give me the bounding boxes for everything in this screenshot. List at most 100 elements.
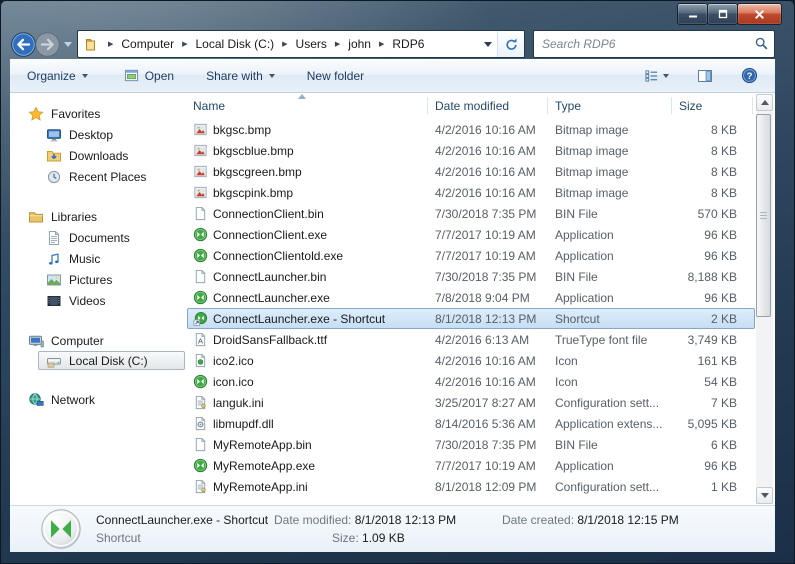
vertical-scrollbar[interactable] [756,94,773,504]
file-date: 7/30/2018 7:35 PM [428,438,548,452]
scroll-up-button[interactable] [756,94,773,111]
breadcrumb-item-john[interactable]: john [345,33,374,55]
column-header-label: Type [555,99,581,113]
sidebar-item-computer[interactable]: Computer [10,330,186,351]
file-name-cell: ConnectLauncher.bin [188,269,428,285]
file-type: Application [548,228,672,242]
breadcrumb-item-rdp6[interactable]: RDP6 [389,33,427,55]
file-row-libmupdf-dll[interactable]: libmupdf.dll8/14/2016 5:36 AMApplication… [187,413,755,434]
sidebar-group-network: Network [10,389,186,410]
file-row-bkgsc-bmp[interactable]: bkgsc.bmp4/2/2016 10:16 AMBitmap image8 … [187,119,755,140]
file-row-bkgscpink-bmp[interactable]: bkgscpink.bmp4/2/2016 10:16 AMBitmap ima… [187,182,755,203]
help-button[interactable]: ? [732,62,767,89]
search-box [533,30,775,58]
bitmap-icon [192,164,208,180]
sidebar-item-videos[interactable]: Videos [10,290,186,311]
preview-pane-button[interactable] [688,63,722,89]
file-row-icon-ico[interactable]: icon.ico4/2/2016 10:16 AMIcon54 KB [187,371,755,392]
maximize-button[interactable] [707,3,738,25]
scroll-down-button[interactable] [756,487,773,504]
minimize-button[interactable] [677,3,708,25]
sidebar-item-network[interactable]: Network [10,389,186,410]
file-date: 3/25/2017 8:27 AM [428,396,548,410]
column-header-label: Date modified [435,99,509,113]
sidebar-item-favorites[interactable]: Favorites [10,103,186,124]
network-icon [28,392,44,408]
file-row-connectlauncher-bin[interactable]: ConnectLauncher.bin7/30/2018 7:35 PMBIN … [187,266,755,287]
change-view-button[interactable] [635,63,678,88]
file-size: 161 KB [672,354,748,368]
file-row-connectlauncher-exe-shortcut[interactable]: ConnectLauncher.exe - Shortcut8/1/2018 1… [187,308,755,329]
file-type: Configuration sett... [548,396,672,410]
new-folder-label: New folder [307,69,364,83]
window-controls [678,3,782,25]
forward-button[interactable] [34,31,61,58]
triangle-up-icon [761,100,769,105]
file-name-cell: ico2.ico [188,353,428,369]
file-date: 4/2/2016 10:16 AM [428,165,548,179]
sidebar-item-music[interactable]: Music [10,248,186,269]
file-row-connectionclient-exe[interactable]: ConnectionClient.exe7/7/2017 10:19 AMApp… [187,224,755,245]
address-bar[interactable]: ▶Computer▶Local Disk (C:)▶Users▶john▶RDP… [77,30,525,58]
sidebar-item-downloads[interactable]: Downloads [10,145,186,166]
refresh-button[interactable] [497,31,524,57]
help-icon: ? [741,67,758,84]
close-button[interactable] [737,3,782,25]
doc-icon [192,206,208,222]
file-row-languk-ini[interactable]: languk.ini3/25/2017 8:27 AMConfiguration… [187,392,755,413]
file-name: ConnectLauncher.exe - Shortcut [213,312,385,326]
scrollbar-thumb[interactable] [756,114,771,317]
list-view-icon [644,68,659,83]
column-header-label: Name [193,99,225,113]
sidebar-item-pictures[interactable]: Pictures [10,269,186,290]
breadcrumb-separator-icon: ▶ [103,40,118,48]
file-row-connectionclientold-exe[interactable]: ConnectionClientold.exe7/7/2017 10:19 AM… [187,245,755,266]
file-row-myremoteapp-exe[interactable]: MyRemoteApp.exe7/7/2017 10:19 AMApplicat… [187,455,755,476]
file-name: bkgscpink.bmp [213,186,293,200]
file-size: 7 KB [672,396,748,410]
back-button[interactable] [10,31,37,58]
file-size: 8,188 KB [672,270,748,284]
file-list: Name Date modified Type Size bkgsc.bmp4/2/2… [186,93,775,505]
file-row-bkgscblue-bmp[interactable]: bkgscblue.bmp4/2/2016 10:16 AMBitmap ima… [187,140,755,161]
breadcrumb-item-users[interactable]: Users [293,33,330,55]
sidebar-item-recent-places[interactable]: Recent Places [10,166,186,187]
file-name-cell: icon.ico [188,374,428,390]
explorer-window: ▶Computer▶Local Disk (C:)▶Users▶john▶RDP… [0,0,795,564]
new-folder-button[interactable]: New folder [298,64,373,88]
file-row-connectlauncher-exe[interactable]: ConnectLauncher.exe7/8/2018 9:04 PMAppli… [187,287,755,308]
column-header-name[interactable]: Name [186,93,428,119]
file-row-myremoteapp-ini[interactable]: MyRemoteApp.ini8/1/2018 12:09 PMConfigur… [187,476,755,497]
address-dropdown-button[interactable] [479,31,497,57]
search-icon[interactable] [754,36,769,51]
documents-icon [46,230,62,246]
sidebar-item-libraries[interactable]: Libraries [10,206,186,227]
file-row-droidsansfallback-ttf[interactable]: ADroidSansFallback.ttf4/2/2016 6:13 AMTr… [187,329,755,350]
file-size: 96 KB [672,249,748,263]
file-name-cell: MyRemoteApp.bin [188,437,428,453]
sidebar-item-local-disk-c[interactable]: Local Disk (C:) [38,351,185,370]
file-row-bkgscgreen-bmp[interactable]: bkgscgreen.bmp4/2/2016 10:16 AMBitmap im… [187,161,755,182]
recent-pages-dropdown-icon[interactable] [64,42,72,47]
file-name: MyRemoteApp.exe [213,459,315,473]
size-value: 1.09 KB [362,531,405,545]
sidebar-item-desktop[interactable]: Desktop [10,124,186,145]
command-toolbar: Organize Open Share with New folder [10,59,775,93]
file-row-ico2-ico[interactable]: ico2.ico4/2/2016 10:16 AMIcon161 KB [187,350,755,371]
column-header-date[interactable]: Date modified [428,93,548,119]
sidebar-item-documents[interactable]: Documents [10,227,186,248]
column-header-size[interactable]: Size [672,93,753,119]
organize-button[interactable]: Organize [18,64,97,88]
file-date: 7/30/2018 7:35 PM [428,270,548,284]
size-label: Size: [332,531,359,545]
open-button[interactable]: Open [115,63,183,88]
search-input[interactable] [534,31,774,57]
breadcrumb-item-local-disk-c[interactable]: Local Disk (C:) [192,33,277,55]
share-with-button[interactable]: Share with [197,64,284,88]
file-row-connectionclient-bin[interactable]: ConnectionClient.bin7/30/2018 7:35 PMBIN… [187,203,755,224]
breadcrumb-item-computer[interactable]: Computer [118,33,177,55]
file-row-myremoteapp-bin[interactable]: MyRemoteApp.bin7/30/2018 7:35 PMBIN File… [187,434,755,455]
desktop-icon [46,127,62,143]
file-date: 4/2/2016 10:16 AM [428,186,548,200]
column-header-type[interactable]: Type [548,93,672,119]
